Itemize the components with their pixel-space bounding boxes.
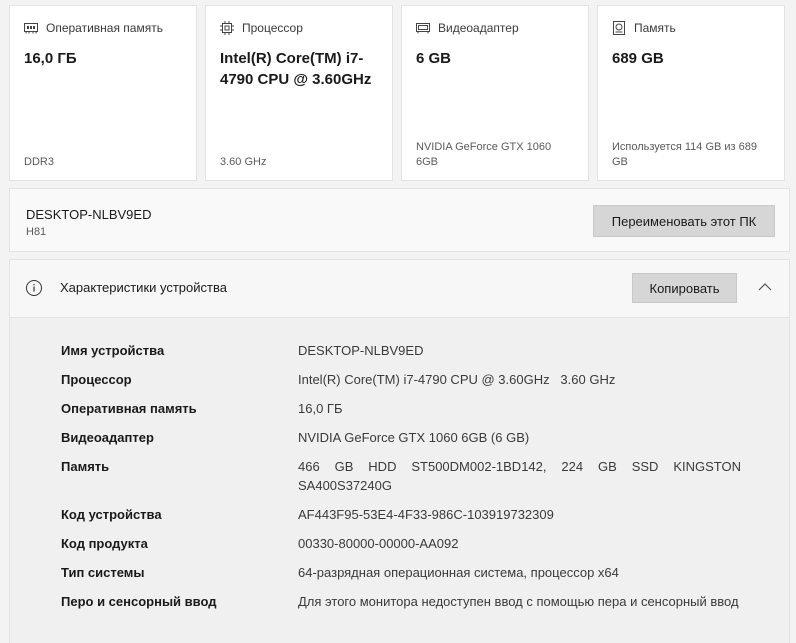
card-storage-header: Память xyxy=(612,20,770,36)
card-gpu-value: 6 GB xyxy=(416,50,452,67)
card-cpu-header: Процессор xyxy=(220,20,378,36)
info-icon xyxy=(25,279,43,297)
chevron-up-icon[interactable] xyxy=(757,280,773,292)
card-storage: Память 689 GB Используется 114 GB из 689… xyxy=(597,5,785,181)
card-gpu: Видеоадаптер 6 GB NVIDIA GeForce GTX 106… xyxy=(401,5,589,181)
spec-label: Код устройства xyxy=(61,507,162,522)
spec-label: Память xyxy=(61,459,110,474)
spec-value: 00330-80000-00000-AA092 xyxy=(298,536,459,551)
spec-value: AF443F95-53E4-4F33-986C-103919732309 xyxy=(298,507,554,522)
card-cpu-title: Процессор xyxy=(242,21,303,35)
device-specs-list: Имя устройства DESKTOP-NLBV9ED Процессор… xyxy=(61,341,751,611)
card-cpu-value: Intel(R) Core(TM) i7-4790 CPU @ 3.60GHz xyxy=(220,50,372,88)
spec-value: DESKTOP-NLBV9ED xyxy=(298,343,424,358)
spec-value: 16,0 ГБ xyxy=(298,401,343,416)
card-gpu-header: Видеоадаптер xyxy=(416,20,574,36)
spec-row-ram: Оперативная память 16,0 ГБ xyxy=(61,399,751,418)
spec-row-device-id: Код устройства AF443F95-53E4-4F33-986C-1… xyxy=(61,505,751,524)
spec-row-gpu: Видеоадаптер NVIDIA GeForce GTX 1060 6GB… xyxy=(61,428,751,447)
copy-button[interactable]: Копировать xyxy=(632,273,737,303)
spec-value: Intel(R) Core(TM) i7-4790 CPU @ 3.60GHz … xyxy=(298,372,616,387)
card-ram-title: Оперативная память xyxy=(46,21,163,35)
device-specs-panel: Характеристики устройства Копировать Имя… xyxy=(9,259,790,643)
spec-label: Перо и сенсорный ввод xyxy=(61,594,217,609)
spec-label: Тип системы xyxy=(61,565,145,580)
spec-label: Код продукта xyxy=(61,536,148,551)
device-name: DESKTOP-NLBV9ED xyxy=(26,207,152,222)
device-specs-title: Характеристики устройства xyxy=(60,280,227,295)
card-ram-sub: DDR3 xyxy=(24,156,54,168)
rename-pc-button[interactable]: Переименовать этот ПК xyxy=(593,205,775,237)
card-storage-sub: Используется 114 GB из 689 GB xyxy=(612,141,758,168)
spec-row-device-name: Имя устройства DESKTOP-NLBV9ED xyxy=(61,341,751,360)
card-cpu: Процессор Intel(R) Core(TM) i7-4790 CPU … xyxy=(205,5,393,181)
spec-label: Процессор xyxy=(61,372,132,387)
spec-value: 466 GB HDD ST500DM002-1BD142, 224 GB SSD… xyxy=(298,459,741,493)
spec-label: Видеоадаптер xyxy=(61,430,154,445)
device-specs-header[interactable]: Характеристики устройства Копировать xyxy=(10,260,789,318)
spec-label: Оперативная память xyxy=(61,401,197,416)
device-model: H81 xyxy=(26,226,47,238)
card-ram: Оперативная память 16,0 ГБ DDR3 xyxy=(9,5,197,181)
memory-icon xyxy=(24,21,38,35)
card-cpu-sub: 3.60 GHz xyxy=(220,156,267,168)
card-ram-value: 16,0 ГБ xyxy=(24,50,77,67)
summary-cards: Оперативная память 16,0 ГБ DDR3 Процессо… xyxy=(9,5,790,181)
card-ram-header: Оперативная память xyxy=(24,20,182,36)
card-gpu-sub: NVIDIA GeForce GTX 1060 6GB xyxy=(416,141,552,168)
spec-value: 64-разрядная операционная система, проце… xyxy=(298,565,619,580)
spec-value: NVIDIA GeForce GTX 1060 6GB (6 GB) xyxy=(298,430,530,445)
spec-row-storage: Память 466 GB HDD ST500DM002-1BD142, 224… xyxy=(61,457,751,495)
spec-label: Имя устройства xyxy=(61,343,165,358)
spec-row-system-type: Тип системы 64-разрядная операционная си… xyxy=(61,563,751,582)
storage-icon xyxy=(612,21,626,35)
spec-row-processor: Процессор Intel(R) Core(TM) i7-4790 CPU … xyxy=(61,370,751,389)
card-storage-title: Память xyxy=(634,21,676,35)
card-gpu-title: Видеоадаптер xyxy=(438,21,519,35)
cpu-icon xyxy=(220,21,234,35)
system-about-page: Оперативная память 16,0 ГБ DDR3 Процессо… xyxy=(0,0,796,643)
card-storage-value: 689 GB xyxy=(612,50,664,67)
spec-row-product-id: Код продукта 00330-80000-00000-AA092 xyxy=(61,534,751,553)
gpu-icon xyxy=(416,21,430,35)
spec-value: Для этого монитора недоступен ввод с пом… xyxy=(298,594,739,609)
spec-row-pen-touch: Перо и сенсорный ввод Для этого монитора… xyxy=(61,592,751,611)
device-name-panel: DESKTOP-NLBV9ED H81 Переименовать этот П… xyxy=(9,188,790,252)
